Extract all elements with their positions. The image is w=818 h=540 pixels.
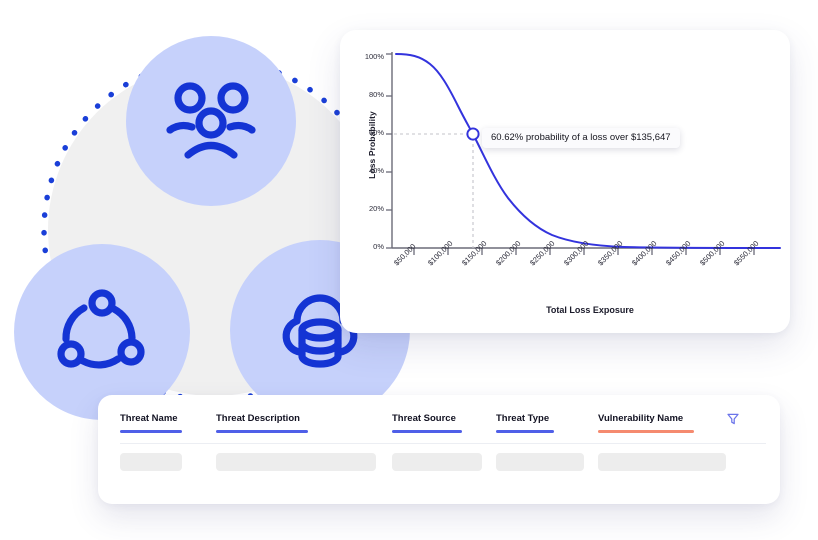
table-header-row: Threat Name Threat Description Threat So… [120, 413, 766, 435]
circle-users-group [126, 36, 296, 206]
column-header-vulnerability-name[interactable]: Vulnerability Name [598, 413, 683, 424]
loss-exceedance-chart-card: Loss Probability Total Loss Exposure 0% … [340, 30, 790, 333]
column-underline-threat-name [120, 430, 182, 433]
column-underline-threat-description [216, 430, 308, 433]
users-group-icon [166, 82, 256, 159]
cell-placeholder-threat-source [392, 453, 482, 471]
column-underline-threat-source [392, 430, 462, 433]
column-header-threat-source[interactable]: Threat Source [392, 413, 456, 424]
column-underline-threat-type [496, 430, 554, 433]
chart-svg [386, 52, 781, 255]
chart-plot-area: Loss Probability Total Loss Exposure 0% … [340, 30, 790, 333]
column-header-threat-type[interactable]: Threat Type [496, 413, 549, 424]
column-header-threat-description[interactable]: Threat Description [216, 413, 300, 424]
network-share-icon [57, 289, 145, 369]
illustration-canvas: Loss Probability Total Loss Exposure 0% … [0, 0, 818, 540]
chart-annotation-tooltip: 60.62% probability of a loss over $135,6… [482, 128, 680, 148]
threats-table-card: Threat Name Threat Description Threat So… [98, 395, 780, 504]
cell-placeholder-threat-description [216, 453, 376, 471]
filter-icon[interactable] [726, 412, 740, 426]
cell-placeholder-threat-name [120, 453, 182, 471]
cell-placeholder-threat-type [496, 453, 584, 471]
circle-network-share [14, 244, 190, 420]
column-header-threat-name[interactable]: Threat Name [120, 413, 178, 424]
chart-data-marker [466, 127, 480, 141]
cell-placeholder-vulnerability-name [598, 453, 726, 471]
column-underline-vulnerability-name [598, 430, 694, 433]
table-header-divider [120, 443, 766, 444]
